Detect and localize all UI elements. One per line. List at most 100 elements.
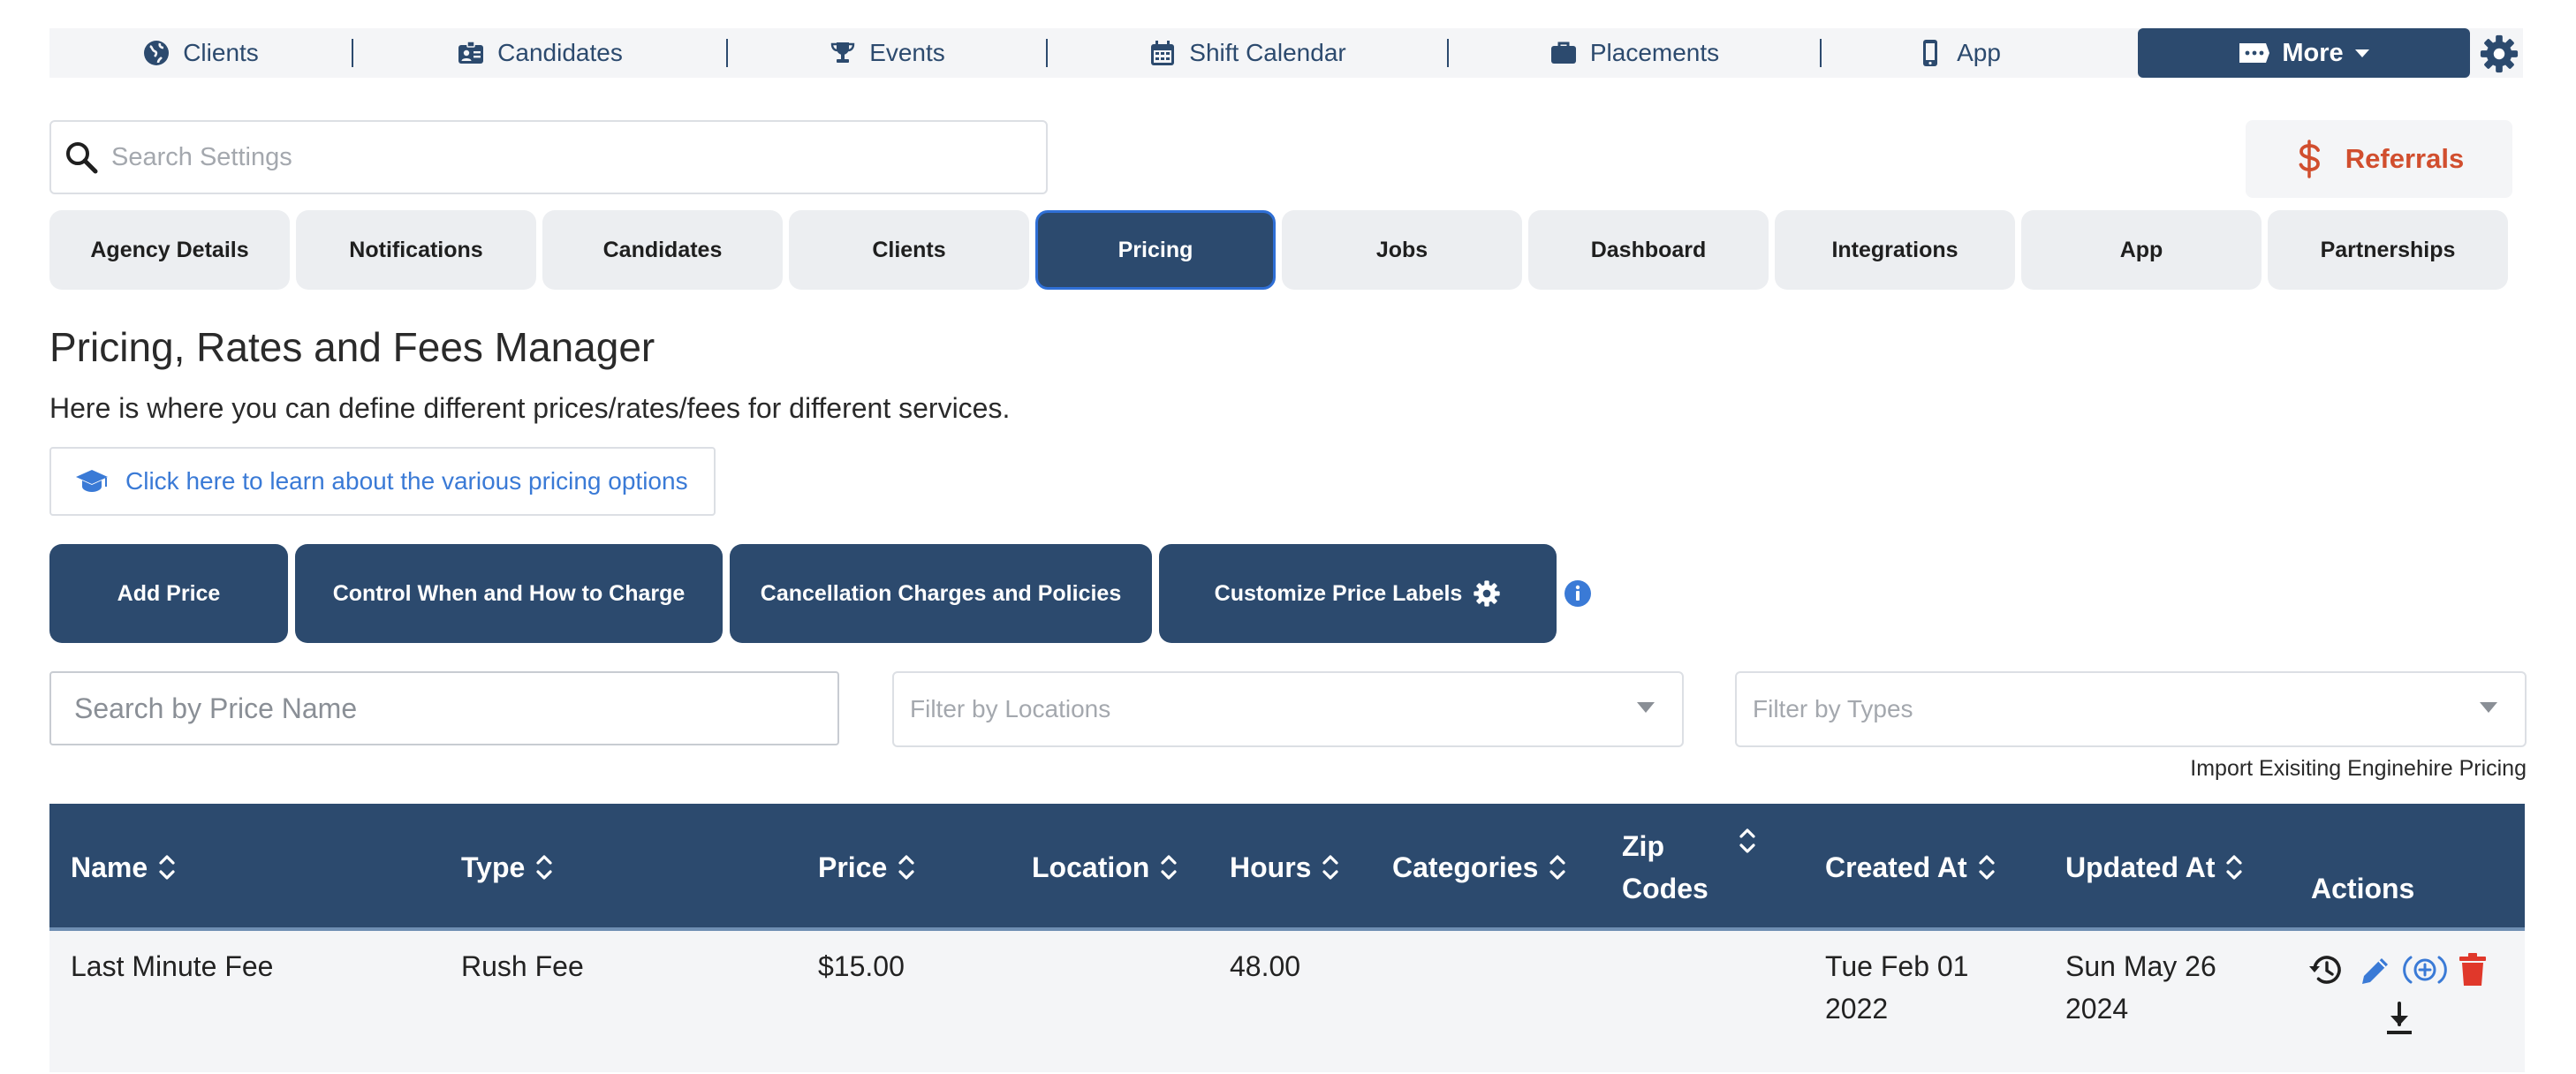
button-label: Cancellation Charges and Policies — [760, 580, 1122, 606]
control-charge-button[interactable]: Control When and How to Charge — [295, 544, 723, 643]
tab-partnerships[interactable]: Partnerships — [2268, 210, 2508, 290]
sort-icon — [1322, 855, 1339, 880]
column-label: Codes — [1622, 873, 1708, 904]
column-header-created-at[interactable]: Created At — [1825, 846, 1996, 889]
location-filter-placeholder: Filter by Locations — [910, 695, 1111, 722]
tab-integrations[interactable]: Integrations — [1775, 210, 2015, 290]
tab-agency-details[interactable]: Agency Details — [49, 210, 290, 290]
column-header-zip-codes[interactable]: Zip Codes — [1622, 825, 1756, 910]
column-label: Zip — [1622, 830, 1664, 862]
gear-icon — [1474, 580, 1500, 607]
column-header-actions: Actions — [2311, 867, 2414, 910]
nav-clients[interactable]: Clients — [49, 28, 352, 78]
column-header-categories[interactable]: Categories — [1392, 846, 1566, 889]
settings-gear-icon[interactable] — [2479, 34, 2519, 74]
nav-candidates[interactable]: Candidates — [353, 28, 726, 78]
edit-pencil-icon[interactable] — [2359, 954, 2392, 987]
trash-icon[interactable] — [2458, 952, 2488, 987]
info-icon[interactable] — [1564, 579, 1592, 608]
cell-price: $15.00 — [818, 950, 905, 982]
column-header-price[interactable]: Price — [818, 846, 915, 889]
nav-placements[interactable]: Placements — [1449, 28, 1820, 78]
calendar-icon — [1151, 41, 1175, 65]
nav-shift-calendar-label: Shift Calendar — [1189, 39, 1346, 66]
search-icon — [66, 142, 98, 174]
updated-year: 2024 — [2065, 993, 2129, 1025]
type-filter-select[interactable]: Filter by Types — [1735, 671, 2527, 747]
learn-pricing-link[interactable]: Click here to learn about the various pr… — [49, 447, 716, 516]
tab-label: Clients — [872, 237, 946, 262]
column-header-updated-at[interactable]: Updated At — [2065, 846, 2243, 889]
customize-price-labels-button[interactable]: Customize Price Labels — [1159, 544, 1557, 643]
referrals-label: Referrals — [2345, 143, 2465, 174]
nav-shift-calendar[interactable]: Shift Calendar — [1048, 28, 1447, 78]
price-search-box — [49, 671, 839, 745]
nav-candidates-label: Candidates — [497, 39, 623, 66]
tab-candidates[interactable]: Candidates — [542, 210, 783, 290]
tab-label: Agency Details — [90, 237, 249, 262]
column-label: Categories — [1392, 851, 1539, 883]
tab-label: Candidates — [602, 237, 723, 262]
graduation-cap-icon — [76, 470, 108, 492]
tab-label: Dashboard — [1590, 237, 1707, 262]
column-header-hours[interactable]: Hours — [1230, 846, 1339, 889]
id-card-icon — [458, 41, 484, 64]
settings-tabs: Agency Details Notifications Candidates … — [49, 210, 2514, 290]
settings-search-input[interactable] — [110, 141, 996, 173]
cell-updated-at: Sun May 26 2024 — [2065, 945, 2216, 1030]
cell-created-at: Tue Feb 01 2022 — [1825, 945, 1968, 1030]
add-circle-icon[interactable] — [2403, 952, 2447, 987]
nav-events[interactable]: Events — [728, 28, 1046, 78]
nav-app[interactable]: App — [1822, 28, 2095, 78]
sort-icon — [159, 855, 175, 880]
dollar-icon — [2299, 140, 2320, 178]
column-label: Type — [461, 851, 526, 883]
tab-clients[interactable]: Clients — [789, 210, 1029, 290]
more-label: More — [2282, 38, 2344, 67]
trophy-icon — [830, 42, 855, 63]
history-icon[interactable] — [2307, 952, 2346, 987]
download-icon[interactable] — [2383, 1002, 2415, 1037]
tab-dashboard[interactable]: Dashboard — [1528, 210, 1769, 290]
briefcase-icon — [1550, 42, 1576, 64]
tab-jobs[interactable]: Jobs — [1282, 210, 1522, 290]
column-header-name[interactable]: Name — [71, 846, 176, 889]
created-year: 2022 — [1825, 993, 1889, 1025]
tab-label: Jobs — [1375, 237, 1428, 262]
tab-app[interactable]: App — [2021, 210, 2262, 290]
tab-label: Integrations — [1831, 237, 1959, 262]
caret-down-icon — [2354, 49, 2369, 57]
globe-icon — [144, 41, 170, 65]
button-label: Add Price — [117, 580, 221, 606]
column-label: Updated At — [2065, 851, 2216, 883]
sort-icon — [898, 855, 914, 880]
referrals-button[interactable]: Referrals — [2246, 120, 2512, 198]
cancellation-policies-button[interactable]: Cancellation Charges and Policies — [730, 544, 1152, 643]
column-label: Actions — [2311, 873, 2415, 904]
table-header: Name Type Price Location Hours Categorie… — [49, 804, 2525, 931]
sort-icon — [1161, 855, 1177, 880]
tag-icon — [2239, 43, 2270, 63]
price-name-search-input[interactable] — [72, 691, 818, 726]
column-header-location[interactable]: Location — [1032, 846, 1178, 889]
import-pricing-link[interactable]: Import Exisiting Enginehire Pricing — [2190, 756, 2527, 782]
column-label: Hours — [1230, 851, 1312, 883]
tab-label: Pricing — [1118, 237, 1193, 262]
nav-events-label: Events — [869, 39, 945, 66]
add-price-button[interactable]: Add Price — [49, 544, 288, 643]
column-label: Name — [71, 851, 148, 883]
learn-link-text: Click here to learn about the various pr… — [125, 467, 688, 495]
nav-placements-label: Placements — [1589, 39, 1720, 66]
settings-search-box — [49, 120, 1048, 194]
created-date: Tue Feb 01 — [1825, 950, 1969, 982]
location-filter-select[interactable]: Filter by Locations — [892, 671, 1684, 747]
more-menu-button[interactable]: More — [2138, 28, 2470, 78]
tab-notifications[interactable]: Notifications — [296, 210, 536, 290]
tab-label: App — [2119, 237, 2163, 262]
sort-icon — [1549, 855, 1565, 880]
sort-icon — [1979, 855, 1995, 880]
cell-hours: 48.00 — [1230, 950, 1301, 982]
tab-label: Notifications — [349, 237, 483, 262]
tab-pricing[interactable]: Pricing — [1035, 210, 1276, 290]
column-header-type[interactable]: Type — [461, 846, 553, 889]
